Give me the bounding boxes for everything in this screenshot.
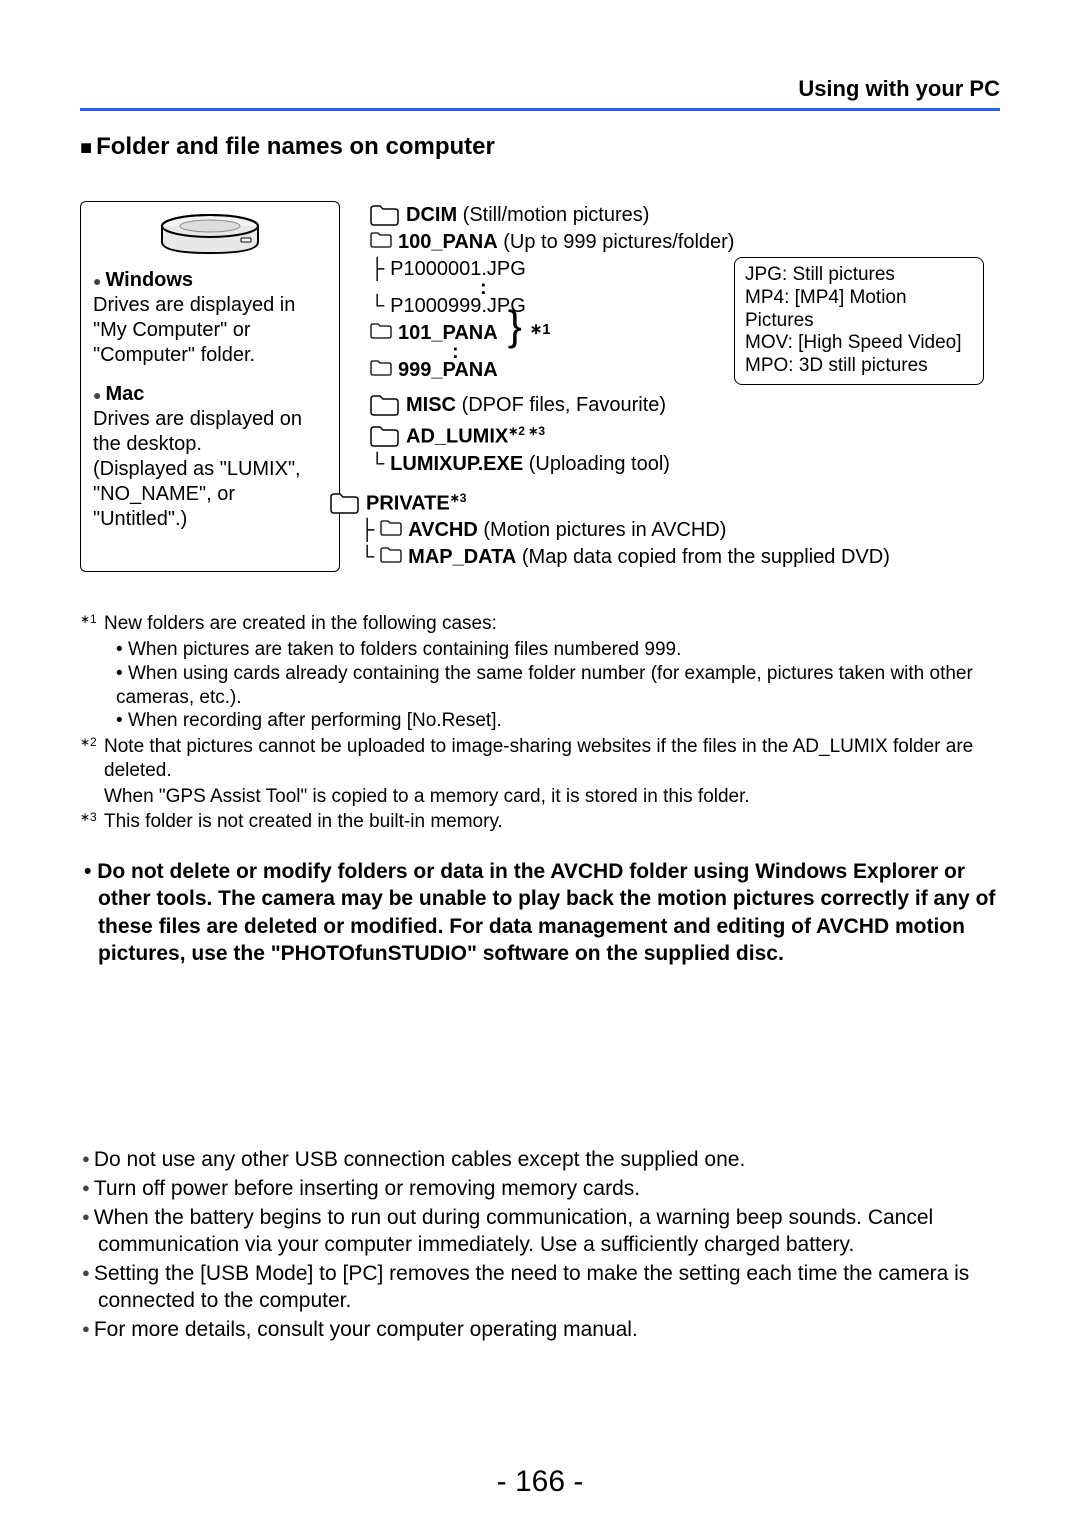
tree-private: PRIVATE∗3 bbox=[330, 491, 1000, 517]
footnotes: ∗1New folders are created in the followi… bbox=[80, 612, 1000, 834]
folder-icon bbox=[380, 518, 402, 536]
mac-heading: Mac bbox=[93, 382, 327, 407]
mac-body: Drives are displayed on the desktop. (Di… bbox=[93, 407, 327, 532]
folder-icon bbox=[380, 545, 402, 563]
drive-icon bbox=[155, 212, 265, 260]
folder-icon bbox=[370, 230, 392, 248]
mac-note: Mac Drives are displayed on the desktop.… bbox=[93, 382, 327, 532]
tree-lumixup: └ LUMIXUP.EXE (Uploading tool) bbox=[370, 452, 1000, 477]
folder-tree: DCIM (Still/motion pictures) 100_PANA (U… bbox=[370, 201, 1000, 572]
windows-body: Drives are displayed in "My Computer" or… bbox=[93, 293, 327, 368]
filetype-legend: JPG: Still pictures MP4: [MP4] Motion Pi… bbox=[734, 257, 984, 385]
tree-mapdata: └ MAP_DATA (Map data copied from the sup… bbox=[360, 545, 1000, 570]
tree-dcim: DCIM (Still/motion pictures) bbox=[370, 203, 1000, 228]
folder-icon bbox=[370, 424, 400, 448]
folder-icon bbox=[370, 203, 400, 227]
tree-100pana: 100_PANA (Up to 999 pictures/folder) bbox=[370, 230, 1000, 255]
avchd-warning: Do not delete or modify folders or data … bbox=[98, 858, 1000, 967]
folder-icon bbox=[370, 321, 392, 339]
folder-diagram: Windows Drives are displayed in "My Comp… bbox=[80, 201, 1000, 572]
windows-heading: Windows bbox=[93, 268, 327, 293]
page-title: Folder and file names on computer bbox=[80, 133, 1000, 161]
tree-misc: MISC (DPOF files, Favourite) bbox=[370, 393, 1000, 418]
page-number: - 166 - bbox=[0, 1465, 1080, 1499]
folder-icon bbox=[330, 491, 360, 515]
section-header: Using with your PC bbox=[80, 76, 1000, 102]
windows-note: Windows Drives are displayed in "My Comp… bbox=[93, 268, 327, 368]
os-notes-box: Windows Drives are displayed in "My Comp… bbox=[80, 201, 340, 572]
header-rule bbox=[80, 108, 1000, 111]
tree-avchd: ├ AVCHD (Motion pictures in AVCHD) bbox=[360, 518, 1000, 543]
bottom-bullets: Do not use any other USB connection cabl… bbox=[80, 1147, 1000, 1343]
folder-icon bbox=[370, 393, 400, 417]
tree-adlumix: AD_LUMIX∗2 ∗3 bbox=[370, 424, 1000, 450]
folder-icon bbox=[370, 358, 392, 376]
manual-page: Using with your PC Folder and file names… bbox=[0, 0, 1080, 1535]
brace-icon: } bbox=[508, 315, 522, 336]
